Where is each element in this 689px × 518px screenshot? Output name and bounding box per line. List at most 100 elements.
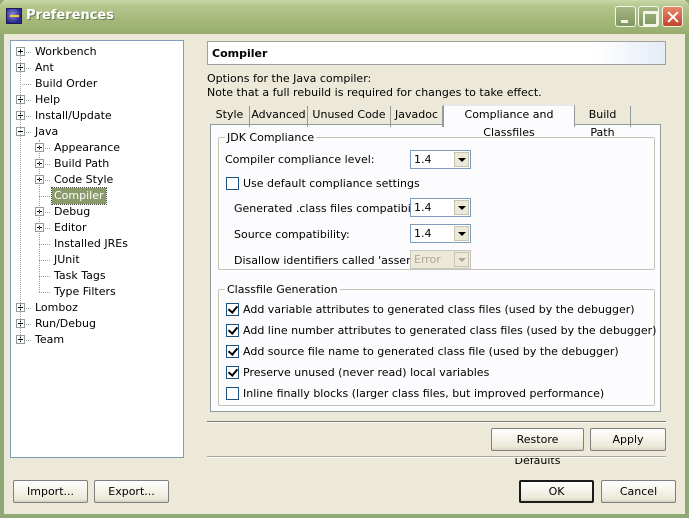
page-title: Compiler [212, 47, 268, 60]
tree-item[interactable]: Workbench [11, 44, 181, 60]
tree-connector [26, 324, 31, 325]
cancel-button[interactable]: Cancel [601, 480, 676, 503]
tree-connector [26, 340, 31, 341]
classfile-option-label: Add variable attributes to generated cla… [243, 303, 635, 316]
tab-build-path[interactable]: Build Path [575, 106, 631, 139]
tab-advanced[interactable]: Advanced [250, 106, 308, 127]
jdk-compliance-title: JDK Compliance [225, 131, 317, 144]
classfile-option-checkbox[interactable] [226, 303, 239, 316]
tree-connector [45, 228, 50, 229]
tree-item[interactable]: Build Path [11, 156, 181, 172]
tree-item[interactable]: Team [11, 332, 181, 348]
tab-compliance-and-classfiles[interactable]: Compliance and Classfiles [443, 104, 575, 139]
tree-item-label: Install/Update [35, 109, 112, 122]
tab-panel-compliance: JDK Compliance Compiler compliance level… [210, 124, 661, 412]
tab-javadoc[interactable]: Javadoc [391, 106, 443, 127]
use-default-compliance-checkbox[interactable] [226, 177, 239, 190]
tree-connector [20, 84, 31, 85]
tree-item[interactable]: Installed JREs [11, 236, 181, 252]
window-title: Preferences [26, 8, 114, 23]
tree-item[interactable]: Task Tags [11, 268, 181, 284]
tree-item[interactable]: Compiler [11, 187, 181, 205]
tab-unused-code[interactable]: Unused Code [308, 106, 391, 127]
compliance-level-label: Compiler compliance level: [225, 153, 375, 166]
tree-connector [39, 196, 50, 197]
classfile-option-label: Add line number attributes to generated … [243, 324, 657, 337]
tree-item[interactable]: Help [11, 92, 181, 108]
tree-connector [45, 148, 50, 149]
classfile-generation-title: Classfile Generation [225, 283, 340, 296]
tree-item[interactable]: Code Style [11, 172, 181, 188]
classfile-generation-group: Classfile Generation Add variable attrib… [218, 283, 657, 406]
tree-item-label: Debug [54, 205, 91, 218]
tree-item-label: Editor [54, 221, 87, 234]
tree-connector [45, 212, 50, 213]
tree-item-label: Lomboz [35, 301, 78, 314]
source-compat-select[interactable]: 1.4 [410, 224, 471, 243]
classfile-option-label: Inline finally blocks (larger class file… [243, 387, 605, 400]
tree-connector [26, 100, 31, 101]
generated-compat-label: Generated .class files compatibility: [234, 202, 431, 215]
tree-item-label: Workbench [35, 45, 97, 58]
source-compat-value: 1.4 [414, 227, 432, 240]
tree-item-label: Java [35, 125, 59, 138]
tree-item[interactable]: Java [11, 124, 181, 140]
tree-item[interactable]: Debug [11, 204, 181, 220]
page-header: Compiler [207, 41, 666, 65]
tree-connector [39, 292, 50, 293]
tree-item-label: Code Style [54, 173, 114, 186]
import-button[interactable]: Import... [13, 480, 88, 503]
assert-identifiers-select: Error [410, 250, 471, 269]
tree-item-label: Ant [35, 61, 54, 74]
source-compat-label: Source compatibility: [234, 228, 350, 241]
tree-connector [26, 308, 31, 309]
tree-item[interactable]: Run/Debug [11, 316, 181, 332]
tree-item[interactable]: Ant [11, 60, 181, 76]
tree-connector [26, 68, 31, 69]
dialog-separator [207, 456, 666, 458]
chevron-down-icon[interactable] [454, 152, 469, 167]
close-button[interactable] [662, 6, 683, 27]
tree-item-label: Help [35, 93, 61, 106]
export-button[interactable]: Export... [94, 480, 169, 503]
apply-button[interactable]: Apply [590, 428, 666, 451]
generated-compat-select[interactable]: 1.4 [410, 198, 471, 217]
compliance-level-select[interactable]: 1.4 [410, 150, 471, 169]
tree-item[interactable]: Appearance [11, 140, 181, 156]
tree-item-label: Run/Debug [35, 317, 96, 330]
eclipse-app-icon [6, 8, 22, 24]
page-description-line2: Note that a full rebuild is required for… [207, 86, 542, 99]
title-bar[interactable]: Preferences [0, 0, 689, 34]
panel-bottom-separator [207, 421, 666, 423]
chevron-down-icon [454, 252, 469, 267]
tab-style[interactable]: Style [210, 106, 250, 127]
classfile-option-checkbox[interactable] [226, 366, 239, 379]
preferences-tree[interactable]: Workbench Ant Build Order Help Install/Updat… [10, 40, 184, 458]
chevron-down-icon[interactable] [454, 226, 469, 241]
maximize-button[interactable] [638, 6, 659, 27]
tree-connector [39, 276, 50, 277]
tree-item-label: Appearance [54, 141, 121, 154]
minimize-button[interactable] [615, 6, 636, 27]
tree-connector [39, 260, 50, 261]
classfile-option-checkbox[interactable] [226, 324, 239, 337]
generated-compat-value: 1.4 [414, 201, 432, 214]
jdk-compliance-group: JDK Compliance Compiler compliance level… [218, 131, 655, 270]
use-default-compliance-label: Use default compliance settings [243, 177, 420, 190]
classfile-option-label: Add source file name to generated class … [243, 345, 619, 358]
tree-item-label: Build Order [35, 77, 98, 90]
ok-button[interactable]: OK [519, 480, 594, 503]
tree-item[interactable]: Build Order [11, 76, 181, 92]
tree-item[interactable]: Type Filters [11, 284, 181, 300]
tree-item-label: Build Path [54, 157, 110, 170]
tree-item[interactable]: Editor [11, 220, 181, 236]
tree-connector [45, 164, 50, 165]
tree-item-label: Installed JREs [54, 237, 128, 250]
restore-defaults-button[interactable]: Restore Defaults [491, 428, 584, 467]
tree-item[interactable]: Lomboz [11, 300, 181, 316]
chevron-down-icon[interactable] [454, 200, 469, 215]
classfile-option-checkbox[interactable] [226, 345, 239, 358]
classfile-option-checkbox[interactable] [226, 387, 239, 400]
tree-item[interactable]: JUnit [11, 252, 181, 268]
tree-item[interactable]: Install/Update [11, 108, 181, 124]
